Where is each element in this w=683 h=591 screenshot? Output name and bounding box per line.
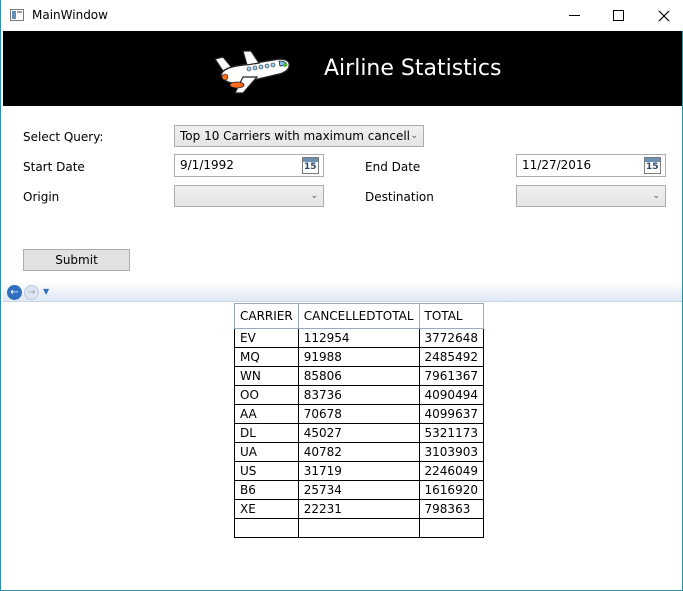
end-date-value: 11/27/2016 <box>522 158 592 172</box>
start-date-label: Start Date <box>23 160 85 174</box>
carrier-cell: AA <box>234 404 299 424</box>
table-row[interactable]: MQ 91988 2485492 <box>234 347 484 367</box>
total-cell: 2485492 <box>418 347 484 367</box>
origin-label: Origin <box>23 190 60 204</box>
origin-select[interactable]: ⌄ <box>174 185 324 207</box>
total-cell: 798363 <box>418 499 484 519</box>
start-date-picker[interactable]: 9/1/1992 15 <box>174 154 324 177</box>
carrier-cell: B6 <box>234 480 299 500</box>
total-cell: 3772648 <box>418 328 484 348</box>
minimize-icon <box>568 15 580 16</box>
calendar-icon[interactable]: 15 <box>302 157 319 174</box>
carrier-cell: WN <box>234 366 299 386</box>
cancelledtotal-cell: 70678 <box>297 404 420 424</box>
cancelledtotal-cell: 25734 <box>297 480 420 500</box>
submit-button[interactable]: Submit <box>23 249 130 271</box>
table-row[interactable]: UA 40782 3103903 <box>234 442 484 462</box>
query-select-value: Top 10 Carriers with maximum cancelled f… <box>180 129 410 143</box>
table-row[interactable]: WN 85806 7961367 <box>234 366 484 386</box>
window-icon <box>10 9 24 21</box>
back-arrow-icon[interactable]: ← <box>7 285 22 300</box>
carrier-cell: US <box>234 461 299 481</box>
cancelledtotal-cell: 91988 <box>297 347 420 367</box>
header-banner: Airline Statistics <box>3 31 682 106</box>
total-cell: 1616920 <box>418 480 484 500</box>
maximize-button[interactable] <box>595 0 641 31</box>
column-header-carrier: CARRIER <box>234 303 299 329</box>
table-row[interactable]: US 31719 2246049 <box>234 461 484 481</box>
end-date-label: End Date <box>365 160 421 174</box>
forward-arrow-icon[interactable]: → <box>24 285 39 300</box>
carrier-cell: OO <box>234 385 299 405</box>
close-icon <box>658 10 670 21</box>
browser-nav-bar: ← → ▼ <box>3 282 682 302</box>
carrier-cell: EV <box>234 328 299 348</box>
cancelledtotal-cell: 83736 <box>297 385 420 405</box>
airplane-icon <box>214 50 290 94</box>
query-label: Select Query: <box>23 130 104 144</box>
calendar-icon[interactable]: 15 <box>644 157 661 174</box>
total-cell: 3103903 <box>418 442 484 462</box>
table-row[interactable]: OO 83736 4090494 <box>234 385 484 405</box>
carrier-cell: XE <box>234 499 299 519</box>
chevron-down-icon: ⌄ <box>310 191 318 201</box>
cancelledtotal-cell: 112954 <box>297 328 420 348</box>
destination-label: Destination <box>365 190 434 204</box>
carrier-cell: MQ <box>234 347 299 367</box>
chevron-down-icon: ⌄ <box>652 191 660 201</box>
table-row[interactable]: DL 45027 5321173 <box>234 423 484 443</box>
cancelledtotal-cell <box>297 518 420 538</box>
carrier-cell: UA <box>234 442 299 462</box>
table-row[interactable]: XE 22231 798363 <box>234 499 484 519</box>
cancelledtotal-cell: 85806 <box>297 366 420 386</box>
cancelledtotal-cell: 40782 <box>297 442 420 462</box>
table-row[interactable] <box>234 518 484 538</box>
destination-select[interactable]: ⌄ <box>516 185 666 207</box>
total-cell <box>418 518 484 538</box>
start-date-value: 9/1/1992 <box>180 158 234 172</box>
table-header-row: CARRIER CANCELLEDTOTAL TOTAL <box>234 303 484 329</box>
window-title: MainWindow <box>32 8 108 22</box>
chevron-down-icon: ⌄ <box>410 131 418 141</box>
chevron-down-icon[interactable]: ▼ <box>43 287 49 296</box>
title-bar[interactable]: MainWindow <box>1 0 683 31</box>
cancelledtotal-cell: 45027 <box>297 423 420 443</box>
query-select[interactable]: Top 10 Carriers with maximum cancelled f… <box>174 125 424 147</box>
total-cell: 4099637 <box>418 404 484 424</box>
total-cell: 2246049 <box>418 461 484 481</box>
cancelledtotal-cell: 31719 <box>297 461 420 481</box>
close-button[interactable] <box>641 0 683 31</box>
end-date-picker[interactable]: 11/27/2016 15 <box>516 154 666 177</box>
total-cell: 4090494 <box>418 385 484 405</box>
results-table-body: EV 112954 3772648 MQ 91988 2485492 WN 85806 7961… <box>234 328 484 538</box>
maximize-icon <box>612 10 624 21</box>
cancelledtotal-cell: 22231 <box>297 499 420 519</box>
total-cell: 7961367 <box>418 366 484 386</box>
results-table: CARRIER CANCELLEDTOTAL TOTAL EV 112954 377… <box>234 303 484 538</box>
table-row[interactable]: EV 112954 3772648 <box>234 328 484 348</box>
banner-title: Airline Statistics <box>324 56 502 81</box>
carrier-cell: DL <box>234 423 299 443</box>
total-cell: 5321173 <box>418 423 484 443</box>
carrier-cell <box>234 518 299 538</box>
column-header-total: TOTAL <box>418 303 484 329</box>
main-window: MainWindow Airline Statistics Select Que… <box>0 0 683 591</box>
table-row[interactable]: AA 70678 4099637 <box>234 404 484 424</box>
column-header-cancelledtotal: CANCELLEDTOTAL <box>297 303 420 329</box>
table-row[interactable]: B6 25734 1616920 <box>234 480 484 500</box>
minimize-button[interactable] <box>551 0 597 31</box>
